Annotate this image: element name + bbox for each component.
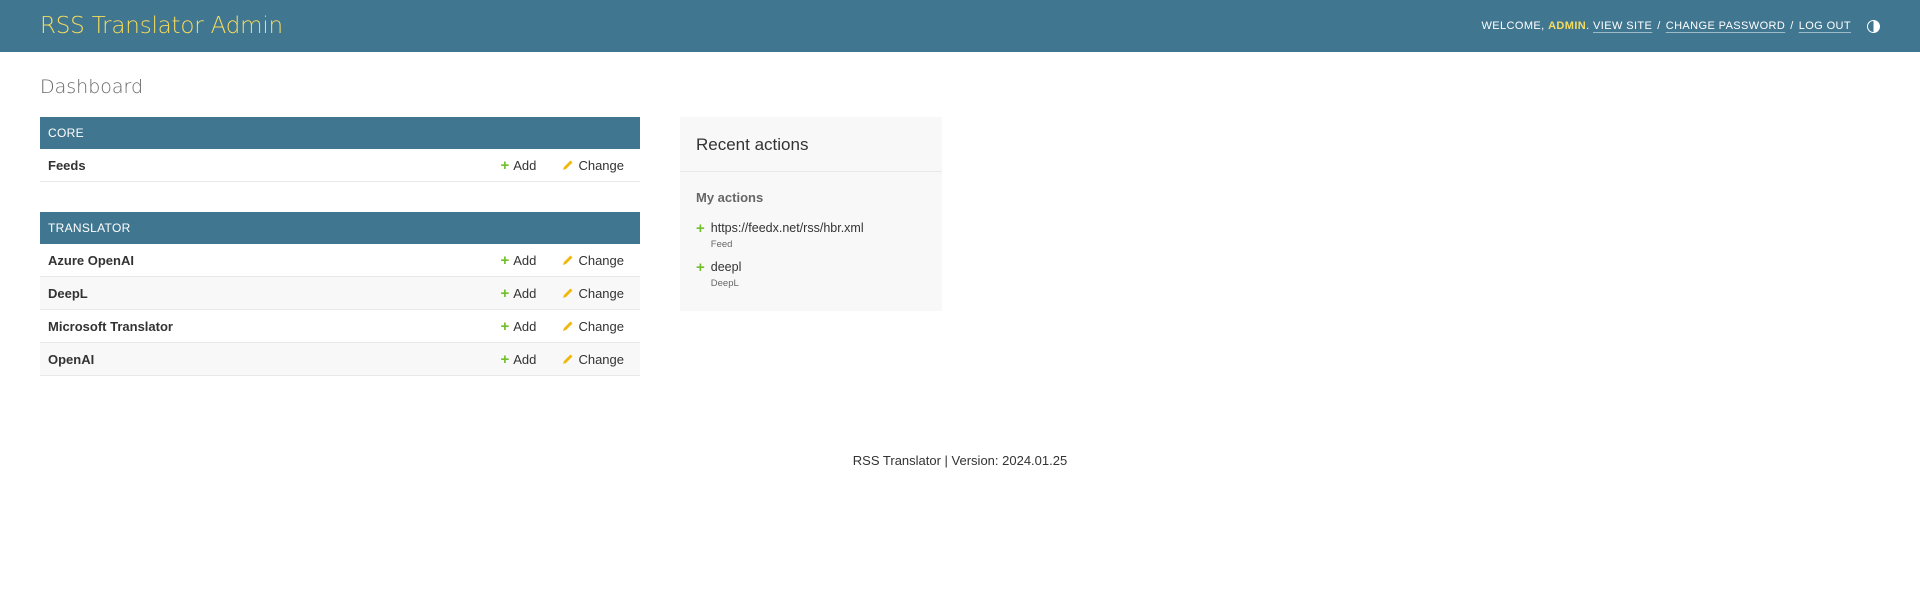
- view-site-link[interactable]: VIEW SITE: [1593, 20, 1652, 32]
- change-link[interactable]: Change: [562, 286, 624, 301]
- model-row-deepl: DeepL + Add Change: [40, 277, 640, 310]
- model-link-deepl[interactable]: DeepL: [48, 286, 500, 301]
- site-branding[interactable]: RSS Translator Admin: [40, 13, 283, 39]
- addition-icon: +: [696, 259, 705, 276]
- model-link-microsoft-translator[interactable]: Microsoft Translator: [48, 319, 500, 334]
- change-link[interactable]: Change: [562, 352, 624, 367]
- change-link[interactable]: Change: [562, 158, 624, 173]
- pencil-icon: [563, 288, 573, 298]
- pencil-icon: [563, 255, 573, 265]
- model-row-openai: OpenAI + Add Change: [40, 343, 640, 376]
- module-caption-translator[interactable]: TRANSLATOR: [40, 212, 640, 244]
- change-label: Change: [578, 252, 624, 268]
- change-label: Change: [578, 351, 624, 367]
- recent-actions-panel: Recent actions My actions + https://feed…: [680, 117, 942, 311]
- model-link-azure-openai[interactable]: Azure OpenAI: [48, 253, 500, 268]
- app-list: CORE Feeds + Add Change TRANSLATOR Azure …: [40, 117, 640, 406]
- add-label: Add: [513, 318, 537, 334]
- add-label: Add: [513, 351, 537, 367]
- recent-action-link[interactable]: https://feedx.net/rss/hbr.xml: [711, 221, 864, 235]
- change-label: Change: [578, 318, 624, 334]
- add-link[interactable]: + Add: [500, 319, 562, 334]
- user-tools: WELCOME, ADMIN. VIEW SITE / CHANGE PASSW…: [1481, 19, 1880, 33]
- module-translator: TRANSLATOR Azure OpenAI + Add Change Deep…: [40, 212, 640, 376]
- pencil-icon: [563, 354, 573, 364]
- change-label: Change: [578, 285, 624, 301]
- model-row-azure-openai: Azure OpenAI + Add Change: [40, 244, 640, 277]
- separator: /: [1657, 20, 1661, 32]
- change-password-link[interactable]: CHANGE PASSWORD: [1666, 20, 1785, 32]
- model-row-microsoft-translator: Microsoft Translator + Add Change: [40, 310, 640, 343]
- separator: /: [1790, 20, 1794, 32]
- recent-action-link[interactable]: deepl: [711, 260, 742, 274]
- recent-action-type: DeepL: [710, 278, 739, 289]
- change-link[interactable]: Change: [562, 253, 624, 268]
- add-link[interactable]: + Add: [500, 286, 562, 301]
- pencil-icon: [563, 160, 573, 170]
- recent-action-type: Feed: [710, 239, 733, 250]
- recent-actions-title: Recent actions: [680, 117, 942, 172]
- add-label: Add: [513, 252, 537, 268]
- plus-icon: +: [500, 251, 510, 269]
- change-label: Change: [578, 157, 624, 173]
- plus-icon: +: [500, 350, 510, 368]
- header: RSS Translator Admin WELCOME, ADMIN. VIE…: [0, 0, 1920, 52]
- footer-version: RSS Translator | Version: 2024.01.25: [852, 453, 1068, 468]
- add-label: Add: [513, 285, 537, 301]
- plus-icon: +: [500, 317, 510, 335]
- my-actions-heading: My actions: [696, 190, 764, 205]
- plus-icon: +: [500, 284, 510, 302]
- add-link[interactable]: + Add: [500, 352, 562, 367]
- pencil-icon: [563, 321, 573, 331]
- recent-action-item: + deepl DeepL: [680, 254, 942, 293]
- plus-icon: +: [500, 156, 510, 174]
- add-label: Add: [513, 157, 537, 173]
- log-out-link[interactable]: LOG OUT: [1799, 20, 1851, 32]
- add-link[interactable]: + Add: [500, 158, 562, 173]
- addition-icon: +: [696, 220, 705, 237]
- model-row-feeds: Feeds + Add Change: [40, 149, 640, 182]
- change-link[interactable]: Change: [562, 319, 624, 334]
- theme-toggle-icon[interactable]: [1867, 19, 1880, 33]
- page-title: Dashboard: [40, 76, 144, 98]
- username: ADMIN: [1548, 20, 1587, 32]
- module-caption-core[interactable]: CORE: [40, 117, 640, 149]
- module-core: CORE Feeds + Add Change: [40, 117, 640, 182]
- add-link[interactable]: + Add: [500, 253, 562, 268]
- content: Dashboard CORE Feeds + Add Change TRANSLA…: [0, 52, 1920, 468]
- model-link-openai[interactable]: OpenAI: [48, 352, 500, 367]
- model-link-feeds[interactable]: Feeds: [48, 158, 500, 173]
- recent-action-item: + https://feedx.net/rss/hbr.xml Feed: [680, 215, 942, 254]
- welcome-text: WELCOME,: [1481, 20, 1545, 32]
